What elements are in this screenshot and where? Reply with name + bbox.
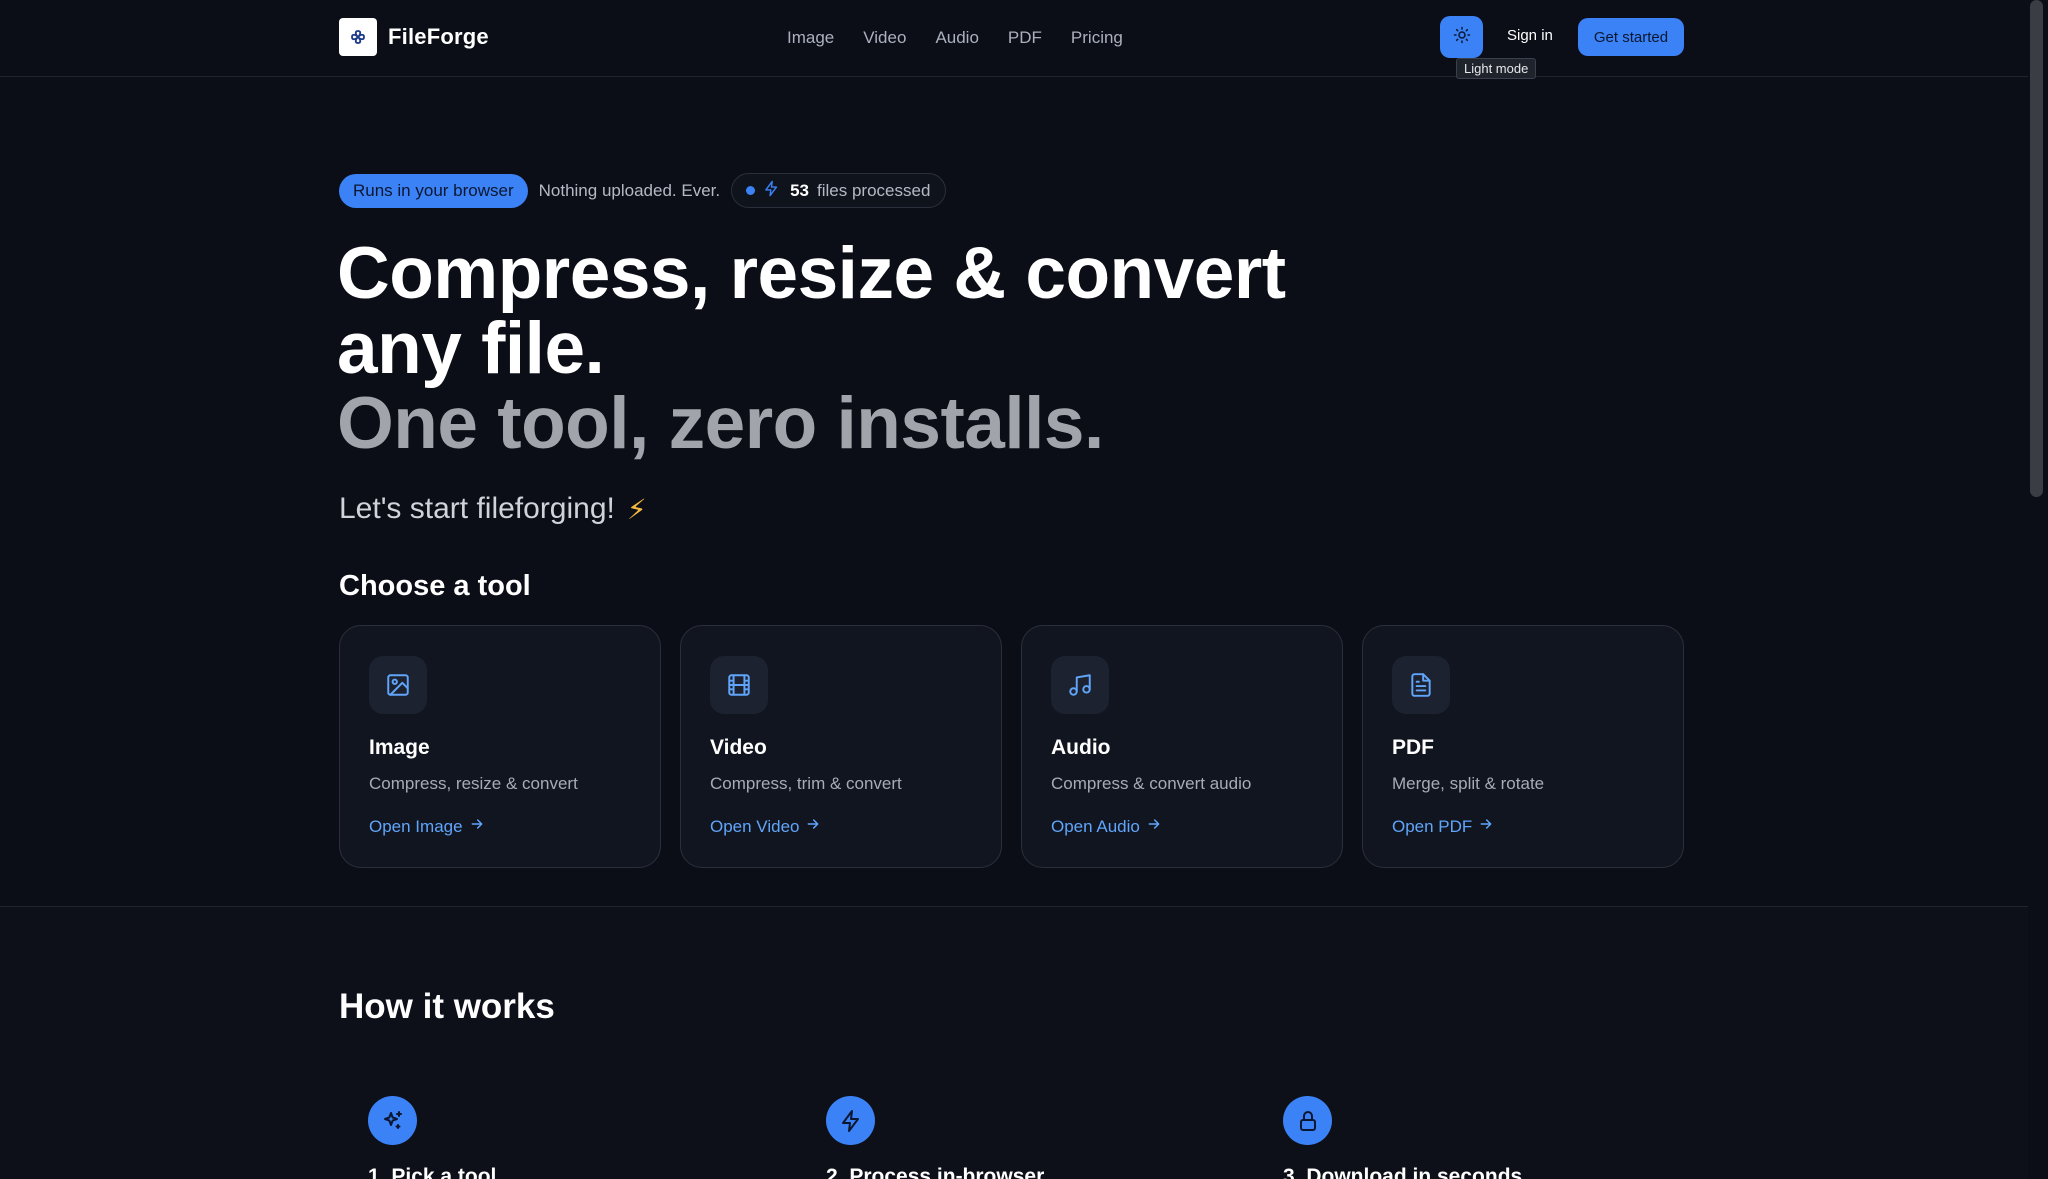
card-title: Image [369, 736, 430, 759]
card-link-label: Open Video [710, 816, 800, 836]
tool-card-image[interactable]: Image Compress, resize & convert Open Im… [339, 625, 661, 868]
browser-badge: Runs in your browser [339, 173, 528, 208]
theme-toggle-button[interactable] [1440, 16, 1483, 58]
open-image-link[interactable]: Open Image [369, 816, 485, 837]
brand-name: FileForge [388, 24, 489, 49]
nav-item-image[interactable]: Image [787, 28, 834, 48]
arrow-right-icon [805, 816, 821, 837]
top-navbar: FileForge Image Video Audio PDF Pricing … [0, 0, 2028, 77]
privacy-note: Nothing uploaded. Ever. [538, 180, 721, 200]
lightning-icon [763, 180, 780, 202]
tool-cards: Image Compress, resize & convert Open Im… [339, 625, 1684, 868]
card-title: Video [710, 736, 767, 759]
tagline-text: Let's start fileforging! [339, 492, 615, 525]
arrow-right-icon [1146, 816, 1162, 837]
page: FileForge Image Video Audio PDF Pricing … [0, 0, 2048, 1179]
hero-subtitle: One tool, zero installs. [337, 383, 1104, 464]
film-icon [710, 656, 768, 714]
nav-item-audio[interactable]: Audio [935, 28, 978, 48]
card-link-label: Open Image [369, 816, 463, 836]
counter-value: 53 [790, 180, 810, 200]
sign-in-link[interactable]: Sign in [1507, 27, 1553, 44]
how-it-works-heading: How it works [339, 987, 555, 1026]
hero-badges: Runs in your browser Nothing uploaded. E… [339, 173, 947, 208]
step-3-title: 3. Download in seconds [1283, 1165, 1523, 1179]
card-link-label: Open Audio [1051, 816, 1140, 836]
card-description: Compress & convert audio [1051, 774, 1252, 793]
open-pdf-link[interactable]: Open PDF [1392, 816, 1494, 837]
step-1-title: 1. Pick a tool [368, 1165, 497, 1179]
tool-card-video[interactable]: Video Compress, trim & convert Open Vide… [680, 625, 1002, 868]
get-started-button[interactable]: Get started [1578, 18, 1684, 56]
music-note-icon [1051, 656, 1109, 714]
nav-item-pricing[interactable]: Pricing [1071, 28, 1123, 48]
how-it-works-section: How it works 1. Pick a tool 2. Process i… [0, 906, 2028, 1179]
hero-title-line1: Compress, resize & convert [337, 233, 1286, 314]
files-processed-counter: 53 files processed [731, 173, 947, 208]
sparkles-icon [368, 1096, 417, 1145]
theme-tooltip: Light mode [1456, 58, 1537, 79]
open-audio-link[interactable]: Open Audio [1051, 816, 1162, 837]
tool-card-pdf[interactable]: PDF Merge, split & rotate Open PDF [1362, 625, 1684, 868]
step-2-title: 2. Process in-browser [826, 1165, 1045, 1179]
image-icon [369, 656, 427, 714]
nav-item-video[interactable]: Video [863, 28, 906, 48]
hero-tagline: Let's start fileforging! ⚡ [339, 492, 647, 526]
hero-title: Compress, resize & convert any file. [337, 236, 1337, 386]
card-title: Audio [1051, 736, 1111, 759]
choose-tool-heading: Choose a tool [339, 570, 531, 602]
sun-icon [1453, 26, 1471, 49]
scrollbar-thumb[interactable] [2030, 0, 2043, 497]
lightning-emoji: ⚡ [626, 493, 647, 525]
card-description: Merge, split & rotate [1392, 774, 1545, 793]
open-video-link[interactable]: Open Video [710, 816, 821, 837]
main-nav: Image Video Audio PDF Pricing [787, 24, 1123, 52]
clover-icon [339, 18, 377, 56]
brand-logo[interactable]: FileForge [339, 18, 489, 56]
card-description: Compress, trim & convert [710, 774, 902, 793]
arrow-right-icon [1478, 816, 1494, 837]
arrow-right-icon [469, 816, 485, 837]
counter-label: files processed [817, 180, 931, 200]
card-description: Compress, resize & convert [369, 774, 578, 793]
card-link-label: Open PDF [1392, 816, 1473, 836]
card-title: PDF [1392, 736, 1434, 759]
tool-card-audio[interactable]: Audio Compress & convert audio Open Audi… [1021, 625, 1343, 868]
document-icon [1392, 656, 1450, 714]
hero-title-line2: any file. [337, 308, 605, 389]
status-dot [746, 186, 756, 195]
nav-item-pdf[interactable]: PDF [1008, 28, 1042, 48]
lock-icon [1283, 1096, 1332, 1145]
lightning-icon [826, 1096, 875, 1145]
